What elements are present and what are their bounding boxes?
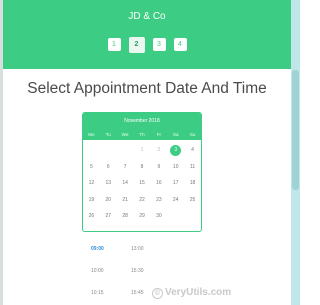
calendar-day[interactable]: 5 bbox=[83, 159, 100, 176]
step-4-button[interactable]: 4 bbox=[173, 38, 187, 51]
calendar-day[interactable]: 11 bbox=[184, 159, 201, 176]
step-indicator: 1 2 3 4 bbox=[3, 36, 291, 53]
step-2-button[interactable]: 2 bbox=[128, 36, 145, 53]
calendar-empty-cell bbox=[117, 142, 134, 159]
calendar-day[interactable]: 18 bbox=[184, 175, 201, 192]
calendar-empty-cell bbox=[184, 208, 201, 225]
weekday-header: Mo Tu We Th Fr Sa Su bbox=[83, 129, 201, 140]
time-slot[interactable]: 13:00 bbox=[131, 246, 171, 268]
scrollbar-thumb[interactable] bbox=[292, 70, 299, 190]
calendar-day[interactable]: 27 bbox=[100, 208, 117, 225]
calendar-day[interactable]: 29 bbox=[134, 208, 151, 225]
calendar-day[interactable]: 23 bbox=[150, 192, 167, 209]
calendar-day[interactable]: 13 bbox=[100, 175, 117, 192]
calendar-day[interactable]: 7 bbox=[117, 159, 134, 176]
watermark-text: VeryUtils.com bbox=[165, 287, 232, 298]
calendar-day[interactable]: 10 bbox=[167, 159, 184, 176]
calendar-day[interactable]: 9 bbox=[150, 159, 167, 176]
calendar-day[interactable]: 17 bbox=[167, 175, 184, 192]
calendar-day: 2 bbox=[157, 147, 161, 154]
time-slot[interactable]: 10:00 bbox=[91, 268, 131, 290]
calendar-empty-cell bbox=[83, 142, 100, 159]
calendar-day[interactable]: 12 bbox=[83, 175, 100, 192]
scrollbar-track[interactable] bbox=[291, 0, 300, 305]
calendar-day: 1 bbox=[140, 147, 144, 154]
weekday-label: Su bbox=[189, 132, 196, 137]
calendar-empty-cell bbox=[100, 142, 117, 159]
calendar-month-label: November 2018 bbox=[83, 113, 201, 129]
weekday-label: Tu bbox=[105, 132, 111, 137]
company-name: JD & Co bbox=[128, 11, 166, 22]
step-3-button[interactable]: 3 bbox=[152, 38, 166, 51]
calendar-day[interactable]: 15 bbox=[134, 175, 151, 192]
calendar-day[interactable]: 8 bbox=[134, 159, 151, 176]
calendar-day[interactable]: 14 bbox=[117, 175, 134, 192]
calendar-day-selected[interactable]: 3 bbox=[167, 142, 184, 159]
app-header: JD & Co 1 2 3 4 bbox=[3, 0, 291, 69]
calendar-day[interactable]: 30 bbox=[150, 208, 167, 225]
weekday-label: Th bbox=[139, 132, 145, 137]
calendar-day[interactable]: 4 bbox=[184, 142, 201, 159]
calendar-day[interactable]: 28 bbox=[117, 208, 134, 225]
calendar-day[interactable]: 20 bbox=[100, 192, 117, 209]
weekday-label: Fr bbox=[156, 132, 161, 137]
weekday-label: Sa bbox=[172, 132, 179, 137]
weekday-label: We bbox=[121, 132, 129, 137]
date-picker: November 2018 Mo Tu We Th Fr Sa Su 1 2 3… bbox=[82, 112, 202, 232]
page-title: Select Appointment Date And Time bbox=[27, 80, 267, 97]
calendar-empty-cell bbox=[167, 208, 184, 225]
booking-screen: JD & Co 1 2 3 4 Select Appointment Date … bbox=[3, 0, 291, 305]
watermark: © VeryUtils.com bbox=[152, 287, 231, 299]
weekday-label: Mo bbox=[88, 132, 95, 137]
calendar-day[interactable]: 26 bbox=[83, 208, 100, 225]
calendar-day[interactable]: 25 bbox=[184, 192, 201, 209]
time-slot[interactable]: 10:15 bbox=[91, 290, 131, 305]
time-slot-selected[interactable]: 09:00 bbox=[91, 246, 131, 268]
calendar-day[interactable]: 21 bbox=[117, 192, 134, 209]
step-1-button[interactable]: 1 bbox=[107, 38, 121, 51]
calendar-day[interactable]: 16 bbox=[150, 175, 167, 192]
calendar-days-grid: 1 2 3 4 5 6 7 8 9 10 11 12 13 14 15 16 1… bbox=[83, 140, 201, 225]
calendar-day[interactable]: 22 bbox=[134, 192, 151, 209]
calendar-day[interactable]: 19 bbox=[83, 192, 100, 209]
copyright-icon: © bbox=[152, 288, 163, 299]
calendar-day[interactable]: 6 bbox=[100, 159, 117, 176]
calendar-day[interactable]: 24 bbox=[167, 192, 184, 209]
